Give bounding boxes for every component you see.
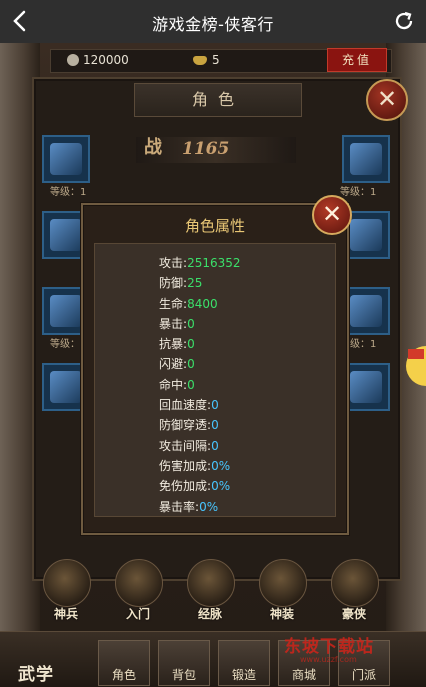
attribute-label: 回血速度: [159, 398, 208, 413]
role-panel-title: 角色: [134, 83, 302, 117]
watermark-logo: 东坡下载站: [284, 637, 374, 657]
watermark-url: www.uzzf.com: [300, 655, 357, 664]
attribute-modal: 角色属性 攻击:2516352 防御:25 生命:8400 暴击:0 抗暴:0 闪避:0 命…: [81, 203, 349, 535]
attribute-label: 暴击率: [159, 499, 196, 514]
silver-coin-icon: [67, 54, 79, 66]
attribute-value: 25: [187, 276, 203, 291]
attribute-row: 命中:0: [159, 377, 195, 392]
tab-forge[interactable]: 锻造: [218, 640, 270, 686]
attribute-label: 生命: [159, 296, 184, 311]
menu-item-jingmai[interactable]: 经脉: [180, 559, 240, 625]
equip-slot-level: 等级：1: [340, 187, 377, 198]
function-menu: 神兵 入门 经脉 神装 豪侠: [36, 559, 396, 625]
attribute-label: 暴击: [159, 316, 184, 331]
refresh-icon[interactable]: [392, 9, 416, 33]
attribute-value: 8400: [187, 296, 218, 311]
attribute-row: 抗暴:0: [159, 337, 195, 352]
armor-icon: [259, 559, 307, 607]
attribute-value: 0: [211, 398, 219, 413]
gold-amount: 5: [193, 53, 220, 67]
weapon-icon: [43, 559, 91, 607]
attribute-label: 闪避: [159, 357, 184, 372]
role-panel-close-button[interactable]: ✕: [366, 79, 408, 121]
attribute-label: 攻击: [159, 256, 184, 270]
attribute-list: 攻击:2516352 防御:25 生命:8400 暴击:0 抗暴:0 闪避:0 命中:0 回血…: [159, 254, 241, 516]
attribute-label: 免伤加成: [159, 479, 208, 494]
attribute-row: 攻击间隔:0: [159, 438, 219, 453]
attribute-row: 防御:25: [159, 276, 203, 291]
attribute-value: 0: [187, 337, 195, 352]
menu-item-haoxia[interactable]: 豪侠: [324, 559, 384, 625]
attribute-row: 攻击:2516352: [159, 256, 241, 270]
gold-ingot-icon: [193, 56, 207, 65]
attribute-label: 抗暴: [159, 337, 184, 352]
attribute-row: 暴击率:0%: [159, 499, 219, 514]
attribute-label: 攻击间隔: [159, 438, 208, 453]
yin-yang-icon: [115, 559, 163, 607]
attribute-row: 生命:8400: [159, 296, 218, 311]
tab-wuxue[interactable]: 武学: [14, 632, 82, 687]
hero-icon: [331, 559, 379, 607]
attribute-value: 0%: [211, 479, 231, 494]
equip-slot-level: 等级：1: [50, 187, 87, 198]
menu-item-rumen[interactable]: 入门: [108, 559, 168, 625]
equip-slot-belt[interactable]: [342, 363, 390, 411]
recharge-button[interactable]: 充值: [327, 48, 387, 72]
attribute-value: 0: [211, 418, 219, 433]
modal-title: 角色属性: [184, 217, 245, 235]
attribute-label: 伤害加成: [159, 458, 208, 473]
attribute-row: 免伤加成:0%: [159, 479, 231, 494]
silver-amount: 120000: [67, 53, 129, 67]
attribute-value: 0: [187, 357, 195, 372]
tab-role[interactable]: 角色: [98, 640, 150, 686]
tab-bag[interactable]: 背包: [158, 640, 210, 686]
attribute-value: 0%: [211, 458, 231, 473]
attribute-value: 0: [187, 316, 195, 331]
attribute-label: 防御穿透: [159, 418, 208, 433]
equip-slot-weapon[interactable]: [42, 135, 90, 183]
top-nav-bar: 游戏金榜-侠客行: [0, 0, 426, 43]
attribute-value: 0: [211, 438, 219, 453]
attribute-row: 暴击:0: [159, 316, 195, 331]
combat-power-badge: 战 1165: [136, 137, 296, 163]
attribute-row: 闪避:0: [159, 357, 195, 372]
attribute-row: 伤害加成:0%: [159, 458, 231, 473]
equip-slot-ring[interactable]: [342, 287, 390, 335]
menu-item-shenbing[interactable]: 神兵: [36, 559, 96, 625]
equip-slot-necklace[interactable]: [342, 135, 390, 183]
currency-bar: 120000 5 充值: [50, 48, 392, 73]
attribute-label: 命中: [159, 377, 184, 392]
combat-power-label: 战: [144, 137, 162, 158]
menu-item-shenzhuang[interactable]: 神装: [252, 559, 312, 625]
modal-close-button[interactable]: ✕: [312, 195, 352, 235]
gift-pack-icon[interactable]: [404, 341, 426, 391]
attribute-row: 回血速度:0: [159, 398, 219, 413]
combat-power-value: 1165: [182, 139, 230, 159]
attribute-value: 0: [187, 377, 195, 392]
attribute-row: 防御穿透:0: [159, 418, 219, 433]
attribute-list-panel[interactable]: 攻击:2516352 防御:25 生命:8400 暴击:0 抗暴:0 闪避:0 命中:0 回血…: [94, 243, 336, 517]
attribute-label: 防御: [159, 276, 184, 291]
page-title: 游戏金榜-侠客行: [152, 15, 274, 34]
attribute-value: 0%: [199, 499, 219, 514]
attribute-value: 2516352: [187, 256, 241, 270]
meridian-icon: [187, 559, 235, 607]
